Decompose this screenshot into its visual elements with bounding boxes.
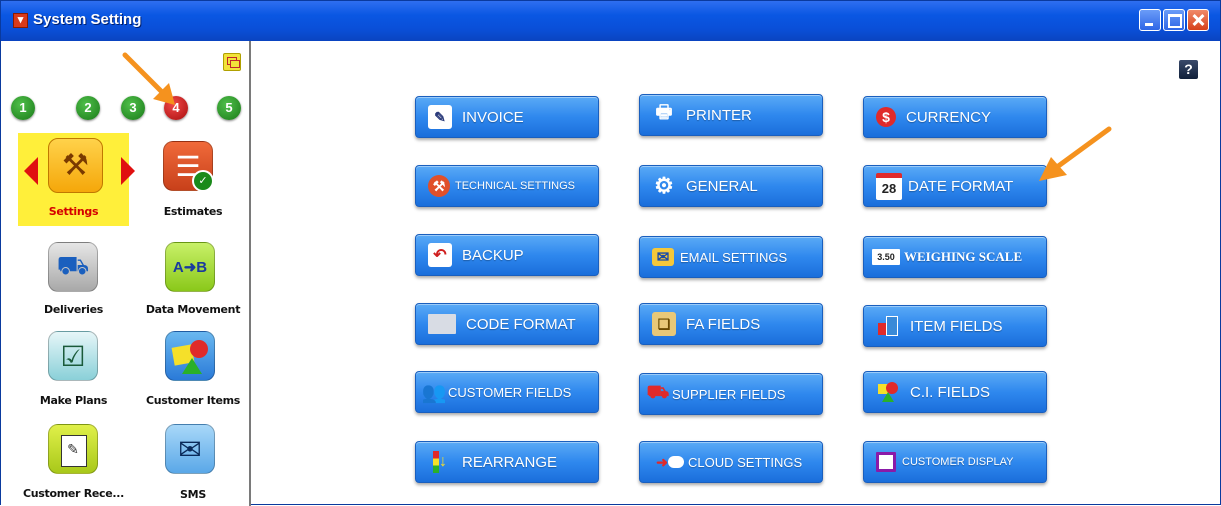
sidebar-item-label: Customer Items <box>145 394 241 407</box>
close-button[interactable] <box>1187 9 1209 31</box>
sidebar-item-label: Data Movement <box>145 303 241 316</box>
title-bar[interactable]: ▾ System Setting <box>1 1 1220 41</box>
date-format-button[interactable]: 28 DATE FORMAT <box>863 165 1047 207</box>
fa-fields-icon: ❏ <box>652 312 676 336</box>
annotation-arrow-icon <box>1039 126 1112 181</box>
sidebar-item-customer-items[interactable]: Customer Items <box>138 331 248 416</box>
sidebar: 1 2 3 4 5 ⚒ Settings ☰ ✓ Estimates ⛟ Del… <box>1 41 251 506</box>
system-setting-window: ▾ System Setting 1 2 3 4 5 ⚒ Settings ☰ … <box>0 0 1221 506</box>
email-settings-button[interactable]: ✉ EMAIL SETTINGS <box>639 236 823 278</box>
sidebar-item-label: Make Plans <box>39 394 108 407</box>
printer-icon: 🖶 <box>655 102 673 122</box>
page-2-button[interactable]: 2 <box>76 96 100 120</box>
sidebar-item-label: Settings <box>48 205 99 218</box>
supplier-fields-button[interactable]: ⛟ SUPPLIER FIELDS <box>639 373 823 415</box>
delivery-truck-icon: ⛟ <box>48 242 98 292</box>
rearrange-button[interactable]: ↓ REARRANGE <box>415 441 599 483</box>
customer-fields-icon: 👥 <box>421 381 447 404</box>
printer-button[interactable]: 🖶 PRINTER <box>639 94 823 136</box>
display-icon <box>876 452 896 472</box>
item-fields-button[interactable]: ITEM FIELDS <box>863 305 1047 347</box>
sidebar-item-label: Estimates <box>163 205 223 218</box>
window-title: System Setting <box>33 11 142 28</box>
customer-display-button[interactable]: CUSTOMER DISPLAY <box>863 441 1047 483</box>
receipt-icon: ✎ <box>48 424 98 474</box>
page-5-button[interactable]: 5 <box>217 96 241 120</box>
document-check-icon: ☰ ✓ <box>163 141 214 192</box>
email-icon: ✉ <box>652 248 674 266</box>
invoice-button[interactable]: ✎ INVOICE <box>415 96 599 138</box>
sidebar-item-label: Deliveries <box>44 303 103 316</box>
page-1-button[interactable]: 1 <box>11 96 35 120</box>
sidebar-item-data-movement[interactable]: A➜B Data Movement <box>138 237 248 322</box>
technical-settings-icon: ⚒ <box>428 175 450 197</box>
scale-icon: 3.50 <box>872 249 900 265</box>
maximize-button[interactable] <box>1163 9 1185 31</box>
weighing-scale-button[interactable]: 3.50 WEIGHING SCALE <box>863 236 1047 278</box>
app-cart-icon: ▾ <box>13 13 28 28</box>
wrench-screwdriver-icon: ⚒ <box>48 138 103 193</box>
customer-fields-button[interactable]: 👥 CUSTOMER FIELDS <box>415 371 599 413</box>
prev-arrow-icon[interactable] <box>24 157 38 185</box>
code-format-icon <box>428 314 456 334</box>
a-to-b-icon: A➜B <box>165 242 215 292</box>
item-fields-icon <box>876 314 900 338</box>
sidebar-item-label: SMS <box>180 488 206 501</box>
general-button[interactable]: ⚙ GENERAL <box>639 165 823 207</box>
windows-toggle-icon[interactable] <box>223 53 241 71</box>
cloud-icon: ➜ <box>652 450 688 474</box>
help-button[interactable]: ? <box>1179 60 1198 79</box>
backup-arrow-icon: ↶ <box>428 243 452 267</box>
calendar-icon: 28 <box>876 172 902 200</box>
clipboard-check-icon: ☑ <box>48 331 98 381</box>
minimize-button[interactable] <box>1139 9 1161 31</box>
shapes-icon <box>165 331 215 381</box>
gear-icon: ⚙ <box>654 173 674 198</box>
sidebar-item-settings[interactable]: ⚒ Settings <box>18 133 135 226</box>
cloud-settings-button[interactable]: ➜ CLOUD SETTINGS <box>639 441 823 483</box>
backup-button[interactable]: ↶ BACKUP <box>415 234 599 276</box>
invoice-icon: ✎ <box>428 105 452 129</box>
sidebar-item-make-plans[interactable]: ☑ Make Plans <box>18 331 129 416</box>
ci-fields-button[interactable]: C.I. FIELDS <box>863 371 1047 413</box>
ci-fields-icon <box>876 380 900 404</box>
sms-phone-icon: ✉ <box>165 424 215 474</box>
currency-button[interactable]: $ CURRENCY <box>863 96 1047 138</box>
fa-fields-button[interactable]: ❏ FA FIELDS <box>639 303 823 345</box>
sidebar-item-sms[interactable]: ✉ SMS <box>138 421 248 506</box>
sidebar-item-customer-receipts[interactable]: ✎ Customer Rece... <box>18 421 129 506</box>
sidebar-item-label: Customer Rece... <box>22 487 125 500</box>
code-format-button[interactable]: CODE FORMAT <box>415 303 599 345</box>
sidebar-item-estimates[interactable]: ☰ ✓ Estimates <box>138 133 248 218</box>
settings-content: ? ✎ INVOICE 🖶 PRINTER $ CURRENCY ⚒ TECHN… <box>253 41 1221 506</box>
supplier-truck-icon: ⛟ <box>646 382 670 402</box>
next-arrow-icon[interactable] <box>121 157 135 185</box>
sidebar-item-deliveries[interactable]: ⛟ Deliveries <box>18 237 129 322</box>
technical-settings-button[interactable]: ⚒ TECHNICAL SETTINGS <box>415 165 599 207</box>
annotation-arrow-icon <box>122 52 175 105</box>
currency-icon: $ <box>876 107 896 127</box>
rearrange-icon: ↓ <box>428 450 452 474</box>
